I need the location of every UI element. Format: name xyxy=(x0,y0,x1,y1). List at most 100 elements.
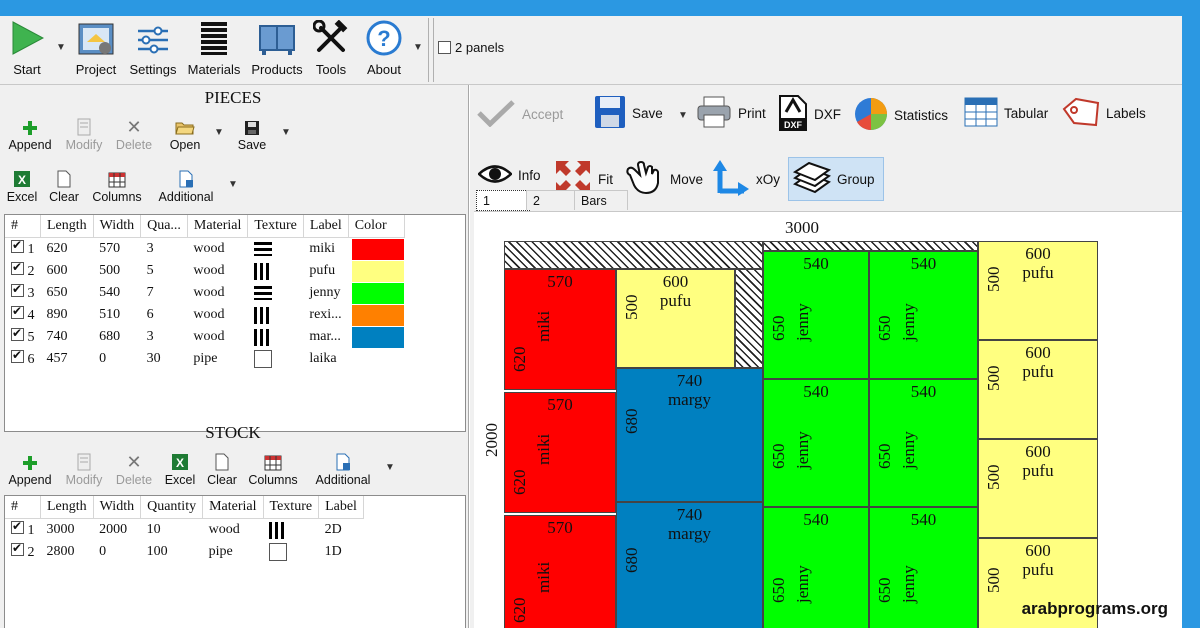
columns-label: Columns xyxy=(92,190,142,204)
stock-additional-button[interactable]: Additional xyxy=(312,451,374,487)
placed-piece[interactable]: 540 650 jenny xyxy=(763,507,869,628)
table-row[interactable]: 4 890 510 6 wood rexi... xyxy=(5,304,405,326)
stock-clear-button[interactable]: Clear xyxy=(204,451,240,487)
stock-table[interactable]: # Length Width Quantity Material Texture Label… xyxy=(4,495,466,628)
row-checkbox[interactable] xyxy=(11,541,24,556)
pieces-open-button[interactable]: Open xyxy=(166,116,204,152)
pieces-modify-button[interactable]: Modify xyxy=(62,116,106,152)
stock-delete-button[interactable]: ✕ Delete xyxy=(112,451,156,487)
quantity-cell: 6 xyxy=(146,307,154,322)
column-header: Quantity xyxy=(140,496,204,519)
row-checkbox[interactable] xyxy=(11,304,24,319)
placed-piece[interactable]: 540 650 jenny xyxy=(869,507,978,628)
move-button[interactable]: Move xyxy=(624,160,703,198)
row-checkbox[interactable] xyxy=(11,260,24,275)
row-checkbox[interactable] xyxy=(11,519,24,534)
group-button[interactable]: Group xyxy=(788,157,884,201)
pieces-additional-button[interactable]: Additional xyxy=(155,168,217,204)
texture-cell xyxy=(248,348,304,370)
left-panel: PIECES Append Modify ✕ Delete Open ▼ Sav… xyxy=(0,85,469,628)
tab-sheet-2[interactable]: 2 xyxy=(526,190,576,210)
print-button[interactable]: Print xyxy=(696,95,766,132)
stock-modify-button[interactable]: Modify xyxy=(62,451,106,487)
placed-piece[interactable]: 600 pufu 500 xyxy=(978,241,1098,340)
pieces-title: PIECES xyxy=(204,88,262,107)
placed-piece[interactable]: 540 650 jenny xyxy=(763,251,869,379)
row-checkbox[interactable] xyxy=(11,238,24,253)
tab-bars[interactable]: Bars xyxy=(574,190,628,210)
layout-save-dropdown-arrow[interactable]: ▼ xyxy=(678,110,688,121)
pieces-append-button[interactable]: Append xyxy=(6,116,54,152)
table-row[interactable]: 1 620 570 3 wood miki xyxy=(5,238,405,261)
table-row[interactable]: 1 3000 2000 10 wood 2D xyxy=(5,519,363,542)
app-window: Start ▼ Project Settings Materials Produ… xyxy=(0,16,1182,628)
stock-excel-button[interactable]: X Excel xyxy=(162,451,198,487)
materials-label: Materials xyxy=(187,62,241,77)
start-dropdown-arrow[interactable]: ▼ xyxy=(56,42,66,53)
color-cell xyxy=(348,304,405,326)
tab-sheet-1[interactable]: 1 xyxy=(476,190,530,211)
main-toolbar: Start ▼ Project Settings Materials Produ… xyxy=(0,16,1182,85)
settings-button[interactable]: Settings xyxy=(126,20,180,77)
two-panels-label: 2 panels xyxy=(455,40,505,55)
stock-append-button[interactable]: Append xyxy=(6,451,54,487)
about-button[interactable]: ? About xyxy=(362,20,406,77)
placed-piece[interactable]: 740 margy 680 xyxy=(616,368,763,502)
pieces-delete-button[interactable]: ✕ Delete xyxy=(112,116,156,152)
materials-button[interactable]: Materials xyxy=(187,20,241,77)
open-dropdown-arrow[interactable]: ▼ xyxy=(214,127,224,138)
table-row[interactable]: 5 740 680 3 wood mar... xyxy=(5,326,405,348)
two-panels-option[interactable]: 2 panels xyxy=(438,40,504,55)
pieces-save-button[interactable]: Save xyxy=(234,116,270,152)
start-button[interactable]: Start xyxy=(6,20,48,77)
stock-additional-dropdown-arrow[interactable]: ▼ xyxy=(385,462,395,473)
placed-piece[interactable]: 570 620 miki xyxy=(504,269,616,390)
dxf-button[interactable]: DXF DXF xyxy=(778,95,841,134)
row-checkbox[interactable] xyxy=(11,348,24,363)
placed-piece[interactable]: 540 650 jenny xyxy=(763,379,869,507)
placed-piece[interactable]: 600 pufu 500 xyxy=(978,439,1098,538)
placed-piece[interactable]: 740 margy 680 xyxy=(616,502,763,628)
additional-dropdown-arrow[interactable]: ▼ xyxy=(228,179,238,190)
table-row[interactable]: 6 457 0 30 pipe laika xyxy=(5,348,404,370)
placed-piece[interactable]: 570 620 miki xyxy=(504,515,616,628)
table-row[interactable]: 2 2800 0 100 pipe 1D xyxy=(5,541,363,563)
row-checkbox[interactable] xyxy=(11,282,24,297)
row-checkbox[interactable] xyxy=(11,326,24,341)
products-button[interactable]: Products xyxy=(249,20,305,77)
width-cell: 510 xyxy=(99,307,121,322)
save-dropdown-arrow[interactable]: ▼ xyxy=(281,127,291,138)
labels-button[interactable]: Labels xyxy=(1062,97,1146,130)
tools-icon xyxy=(312,20,350,56)
pieces-clear-button[interactable]: Clear xyxy=(46,168,82,204)
placed-piece[interactable]: 600 pufu 500 xyxy=(978,340,1098,439)
table-row[interactable]: 3 650 540 7 wood jenny xyxy=(5,282,405,304)
stock-columns-button[interactable]: Columns xyxy=(246,451,300,487)
placed-piece[interactable]: 540 650 jenny xyxy=(869,379,978,507)
tools-button[interactable]: Tools xyxy=(312,20,350,77)
cutting-layout-canvas[interactable]: 3000 2000 570 620 miki 570 620 miki 570 620 miki… xyxy=(474,211,1182,628)
info-button[interactable]: Info xyxy=(477,163,541,188)
label-cell: pufu xyxy=(309,263,336,278)
piece-name-label: miki xyxy=(534,433,553,465)
toolbar-separator xyxy=(433,18,434,82)
pieces-columns-button[interactable]: Columns xyxy=(90,168,144,204)
statistics-button[interactable]: Statistics xyxy=(854,97,948,134)
two-panels-checkbox[interactable] xyxy=(438,41,451,54)
about-dropdown-arrow[interactable]: ▼ xyxy=(413,42,423,53)
xoy-button[interactable]: xOy xyxy=(712,159,780,200)
piece-width-label: 600 xyxy=(1025,244,1051,263)
layout-save-button[interactable]: Save xyxy=(594,95,663,132)
accept-button[interactable]: Accept xyxy=(476,99,563,130)
table-row[interactable]: 2 600 500 5 wood pufu xyxy=(5,260,405,282)
placed-piece[interactable]: 600 pufu 500 xyxy=(616,269,735,368)
project-button[interactable]: Project xyxy=(74,20,118,77)
stock-sheet: 570 620 miki 570 620 miki 570 620 miki 600 pufu 500… xyxy=(504,241,1102,628)
placed-piece[interactable]: 570 620 miki xyxy=(504,392,616,513)
placed-piece[interactable]: 540 650 jenny xyxy=(869,251,978,379)
pieces-excel-button[interactable]: X Excel xyxy=(4,168,40,204)
piece-name-label: jenny xyxy=(793,431,812,469)
pieces-table[interactable]: # Length Width Qua... Material Texture Label Co… xyxy=(4,214,466,432)
material-cell: wood xyxy=(193,285,225,300)
tabular-button[interactable]: Tabular xyxy=(964,97,1048,130)
